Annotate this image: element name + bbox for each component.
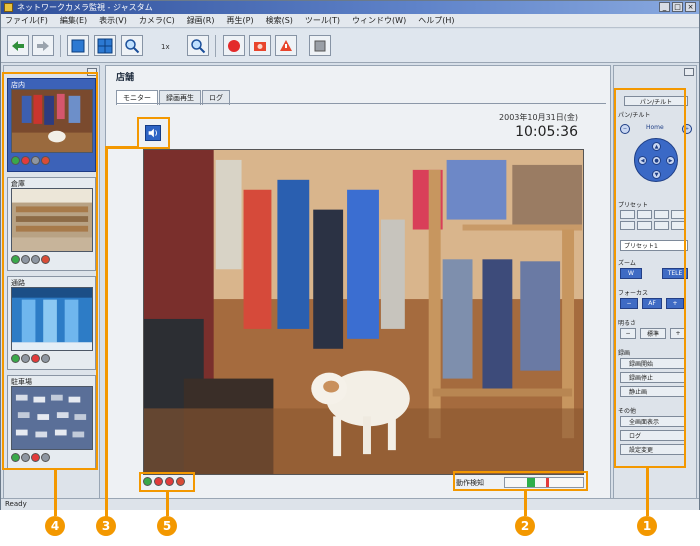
menu-play[interactable]: 再生(P) xyxy=(227,15,254,26)
status-icons-highlight xyxy=(139,472,195,492)
menu-bar: ファイル(F) 編集(E) 表示(V) カメラ(C) 録画(R) 再生(P) 検… xyxy=(1,14,699,28)
record-button[interactable] xyxy=(223,35,245,56)
connector-1 xyxy=(646,466,649,516)
window-title: ネットワークカメラ監視 - ジャスタム xyxy=(17,3,153,12)
audio-button-highlight xyxy=(137,117,170,149)
current-time: 10:05:36 xyxy=(515,124,578,140)
minimize-button[interactable]: _ xyxy=(659,2,670,12)
control-panel-highlight xyxy=(614,88,686,468)
menu-window[interactable]: ウィンドウ(W) xyxy=(352,15,406,26)
menu-help[interactable]: ヘルプ(H) xyxy=(418,15,454,26)
single-screen-icon xyxy=(71,39,85,52)
toolbar: 1x xyxy=(1,29,699,63)
digital-zoom-button[interactable] xyxy=(187,35,209,56)
menu-search[interactable]: 検索(S) xyxy=(266,15,293,26)
connector-2 xyxy=(524,490,527,516)
maximize-button[interactable]: □ xyxy=(672,2,683,12)
left-panel-highlight xyxy=(2,72,98,470)
stop-button[interactable] xyxy=(309,35,331,56)
zoom-level: 1x xyxy=(161,43,170,51)
title-bar: ネットワークカメラ監視 - ジャスタム _ □ × xyxy=(1,1,699,14)
magnifier-icon xyxy=(125,38,140,53)
forward-button[interactable] xyxy=(32,35,54,56)
snapshot-icon xyxy=(254,41,266,51)
back-button[interactable] xyxy=(7,35,29,56)
camera-viewer: 店舗 モニター 録画再生 ログ 2003年10月31日(金) 10:05:36 xyxy=(105,65,611,499)
alarm-button[interactable] xyxy=(275,35,297,56)
connector-3 xyxy=(105,148,108,518)
connector-5 xyxy=(166,490,169,516)
app-icon xyxy=(4,3,13,12)
snapshot-button[interactable] xyxy=(249,35,271,56)
callout-2: 2 xyxy=(515,516,535,536)
callout-1: 1 xyxy=(637,516,657,536)
menu-view[interactable]: 表示(V) xyxy=(99,15,127,26)
callout-3: 3 xyxy=(96,516,116,536)
status-text: Ready xyxy=(5,500,27,508)
zoom-view-button[interactable] xyxy=(121,35,143,56)
record-icon xyxy=(228,39,240,52)
viewer-title: 店舗 xyxy=(116,73,135,83)
motion-bar-highlight xyxy=(453,471,588,491)
connector-4 xyxy=(54,470,57,516)
quad-view-button[interactable] xyxy=(94,35,116,56)
zoom-icon xyxy=(191,38,206,53)
current-date: 2003年10月31日(金) xyxy=(499,113,578,122)
arrow-right-icon xyxy=(37,40,49,51)
callout-4: 4 xyxy=(45,516,65,536)
close-button[interactable]: × xyxy=(685,2,696,12)
menu-edit[interactable]: 編集(E) xyxy=(60,15,87,26)
menu-file[interactable]: ファイル(F) xyxy=(5,15,48,26)
panel-close-icon[interactable] xyxy=(684,68,694,76)
quad-screen-icon xyxy=(97,38,113,53)
connector-3h xyxy=(105,146,139,149)
stop-icon xyxy=(314,40,326,51)
callout-5: 5 xyxy=(157,516,177,536)
menu-record[interactable]: 録画(R) xyxy=(187,15,215,26)
menu-tools[interactable]: ツール(T) xyxy=(305,15,340,26)
alarm-icon xyxy=(280,39,292,51)
live-camera-image xyxy=(143,149,584,475)
menu-camera[interactable]: カメラ(C) xyxy=(139,15,175,26)
arrow-left-icon xyxy=(12,40,24,51)
single-view-button[interactable] xyxy=(67,35,89,56)
